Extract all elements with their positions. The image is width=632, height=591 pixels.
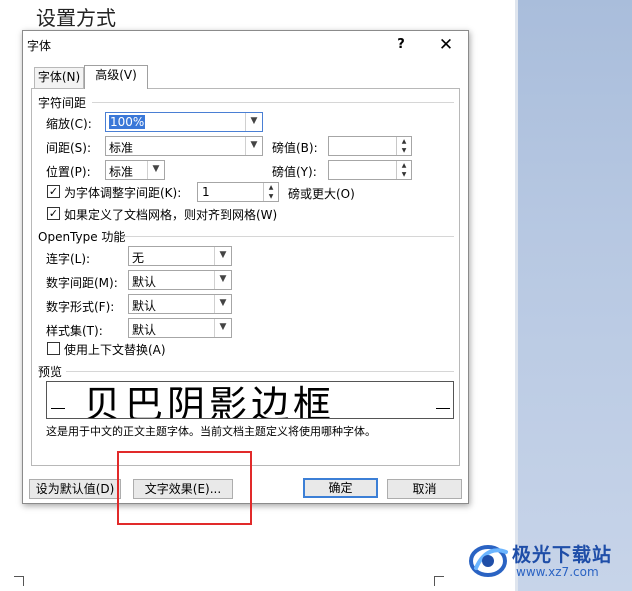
number-spacing-label: 数字间距(M): bbox=[46, 276, 118, 290]
chevron-down-icon[interactable]: ▼ bbox=[245, 113, 262, 131]
snap-to-grid-label: 如果定义了文档网格，则对齐到网格(W) bbox=[64, 208, 278, 222]
scale-label: 缩放(C): bbox=[46, 117, 92, 131]
tab-font[interactable]: 字体(N) bbox=[34, 67, 84, 88]
watermark-url: www.xz7.com bbox=[516, 565, 599, 579]
dialog-titlebar: 字体 ? ✕ bbox=[23, 31, 468, 59]
spin-up-icon[interactable]: ▲ bbox=[263, 183, 278, 192]
kerning-checkbox[interactable]: ✓ bbox=[47, 185, 60, 198]
section-opentype: OpenType 功能 bbox=[38, 230, 126, 244]
highlight-annotation bbox=[117, 451, 252, 525]
number-forms-value: 默认 bbox=[132, 299, 157, 313]
preview-description: 这是用于中文的正文主题字体。当前文档主题定义将使用哪种字体。 bbox=[46, 425, 376, 438]
position-label: 位置(P): bbox=[46, 165, 91, 179]
kerning-suffix: 磅或更大(O) bbox=[288, 187, 355, 201]
section-divider bbox=[92, 102, 454, 103]
spacing-label: 间距(S): bbox=[46, 141, 92, 155]
window-background bbox=[518, 0, 632, 591]
position-by-label: 磅值(Y): bbox=[272, 165, 317, 179]
ligatures-label: 连字(L): bbox=[46, 252, 91, 266]
watermark-logo-icon bbox=[469, 545, 508, 577]
snap-to-grid-checkbox[interactable]: ✓ bbox=[47, 207, 60, 220]
cancel-button[interactable]: 取消 bbox=[387, 479, 462, 499]
chevron-down-icon[interactable]: ▼ bbox=[214, 319, 231, 337]
number-spacing-value: 默认 bbox=[132, 275, 157, 289]
section-character-spacing: 字符间距 bbox=[38, 96, 87, 110]
chevron-down-icon[interactable]: ▼ bbox=[214, 295, 231, 313]
spin-down-icon[interactable]: ▼ bbox=[396, 146, 411, 155]
close-button[interactable]: ✕ bbox=[429, 33, 463, 57]
section-divider bbox=[66, 371, 454, 372]
chevron-down-icon[interactable]: ▼ bbox=[214, 271, 231, 289]
tab-advanced[interactable]: 高级(V) bbox=[84, 65, 148, 89]
position-value: 标准 bbox=[109, 165, 134, 179]
spacing-by-label: 磅值(B): bbox=[272, 141, 318, 155]
preview-sample-text: 贝巴阴影边框 bbox=[83, 383, 336, 419]
document-heading: 设置方式 bbox=[36, 6, 116, 30]
dialog-title: 字体 bbox=[27, 39, 52, 53]
page-corner-mark-left bbox=[14, 576, 24, 586]
ligatures-combobox[interactable]: 无 ▼ bbox=[128, 246, 232, 266]
kerning-value: 1 bbox=[202, 185, 210, 199]
watermark-title: 极光下载站 bbox=[512, 544, 613, 566]
ok-button[interactable]: 确定 bbox=[303, 478, 378, 498]
preview-box: 贝巴阴影边框 bbox=[46, 381, 454, 419]
contextual-alternates-checkbox[interactable] bbox=[47, 342, 60, 355]
spin-up-icon[interactable]: ▲ bbox=[396, 137, 411, 146]
stylistic-sets-combobox[interactable]: 默认 ▼ bbox=[128, 318, 232, 338]
spin-up-icon[interactable]: ▲ bbox=[396, 161, 411, 170]
spacing-by-spinner[interactable]: ▲ ▼ bbox=[328, 136, 412, 156]
contextual-alternates-label: 使用上下文替换(A) bbox=[64, 343, 166, 357]
kerning-label: 为字体调整字间距(K): bbox=[64, 186, 182, 200]
position-by-spinner[interactable]: ▲ ▼ bbox=[328, 160, 412, 180]
number-forms-combobox[interactable]: 默认 ▼ bbox=[128, 294, 232, 314]
section-preview: 预览 bbox=[38, 365, 63, 379]
chevron-down-icon[interactable]: ▼ bbox=[214, 247, 231, 265]
scale-combobox[interactable]: 100% ▼ bbox=[105, 112, 263, 132]
advanced-tab-panel: 字符间距 缩放(C): 100% ▼ 间距(S): 标准 ▼ 磅值(B): ▲ … bbox=[31, 88, 460, 466]
set-default-button[interactable]: 设为默认值(D) bbox=[29, 479, 121, 499]
chevron-down-icon[interactable]: ▼ bbox=[147, 161, 164, 179]
watermark: 极光下载站 www.xz7.com bbox=[466, 538, 626, 584]
stylistic-sets-label: 样式集(T): bbox=[46, 324, 103, 338]
spacing-value: 标准 bbox=[109, 141, 134, 155]
number-forms-label: 数字形式(F): bbox=[46, 300, 115, 314]
help-button[interactable]: ? bbox=[387, 33, 415, 57]
section-divider bbox=[124, 236, 454, 237]
spin-down-icon[interactable]: ▼ bbox=[396, 170, 411, 179]
position-combobox[interactable]: 标准 ▼ bbox=[105, 160, 165, 180]
number-spacing-combobox[interactable]: 默认 ▼ bbox=[128, 270, 232, 290]
spin-down-icon[interactable]: ▼ bbox=[263, 192, 278, 201]
page-corner-mark-right bbox=[434, 576, 444, 586]
preview-baseline-mark bbox=[436, 408, 450, 409]
chevron-down-icon[interactable]: ▼ bbox=[245, 137, 262, 155]
kerning-spinner[interactable]: 1 ▲ ▼ bbox=[197, 182, 279, 202]
preview-baseline-mark bbox=[51, 408, 65, 409]
scale-value: 100% bbox=[109, 115, 146, 129]
font-dialog: 字体 ? ✕ 字体(N) 高级(V) 字符间距 缩放(C): 100% ▼ 间距… bbox=[22, 30, 469, 504]
ligatures-value: 无 bbox=[132, 251, 145, 265]
stylistic-sets-value: 默认 bbox=[132, 323, 157, 337]
spacing-combobox[interactable]: 标准 ▼ bbox=[105, 136, 263, 156]
